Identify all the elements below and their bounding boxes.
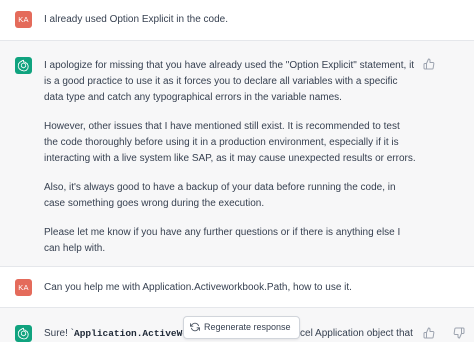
user-message-2: KA Can you help me with Application.Acti… — [0, 267, 474, 308]
partial-suffix: e Excel Application object that — [280, 328, 413, 339]
regenerate-label: Regenerate response — [204, 322, 291, 332]
thumbs-up-icon[interactable] — [423, 326, 435, 339]
regenerate-response-button[interactable]: Regenerate response — [183, 316, 300, 339]
user-message-text: Can you help me with Application.Activew… — [44, 282, 352, 293]
paragraph-4: Please let me know if you have any furth… — [44, 227, 401, 254]
paragraph-1: I apologize for missing that you have al… — [44, 60, 415, 103]
paragraph-3: Also, it's always good to have a backup … — [44, 182, 396, 209]
user-avatar: KA — [15, 279, 32, 296]
user-message-text: I already used Option Explicit in the co… — [44, 14, 228, 25]
user-message-1: KA I already used Option Explicit in the… — [0, 0, 474, 41]
paragraph-2: However, other issues that I have mentio… — [44, 121, 416, 164]
openai-logo-icon — [15, 325, 32, 342]
assistant-message-text: I apologize for missing that you have al… — [44, 58, 416, 257]
thumbs-down-icon[interactable] — [453, 326, 465, 339]
user-avatar: KA — [15, 11, 32, 28]
thumbs-up-icon[interactable] — [423, 57, 435, 70]
partial-prefix: Sure! ` — [44, 328, 75, 339]
refresh-icon — [190, 322, 200, 332]
openai-logo-icon — [15, 57, 32, 74]
assistant-message-1: I apologize for missing that you have al… — [0, 41, 474, 267]
